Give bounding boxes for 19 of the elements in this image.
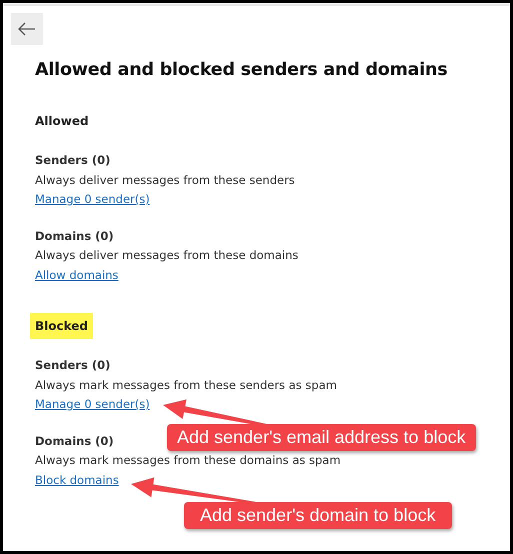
back-button[interactable] [11, 13, 43, 45]
item-title: Senders (0) [35, 152, 110, 169]
item-title: Senders (0) [35, 357, 110, 374]
back-arrow-icon [18, 22, 36, 36]
page-title: Allowed and blocked senders and domains [35, 60, 449, 80]
link[interactable]: Allow domains [35, 268, 118, 282]
item-description: Always mark messages from these domains as spam [35, 452, 341, 469]
annotation-callout: Add sender's email address to block [167, 424, 476, 451]
item-description: Always deliver messages from these senders [35, 172, 295, 188]
item-description: Always deliver messages from these domains [35, 247, 298, 264]
item-title: Domains (0) [35, 432, 114, 450]
item-title: Domains (0) [35, 228, 114, 244]
annotation-callout: Add sender's domain to block [184, 502, 452, 529]
section-heading: Blocked [30, 313, 94, 339]
section-heading: Allowed [34, 113, 90, 130]
link[interactable]: Manage 0 sender(s) [35, 397, 150, 411]
link[interactable]: Manage 0 sender(s) [35, 192, 150, 206]
link[interactable]: Block domains [35, 472, 119, 486]
item-description: Always mark messages from these senders as spam [35, 376, 337, 394]
